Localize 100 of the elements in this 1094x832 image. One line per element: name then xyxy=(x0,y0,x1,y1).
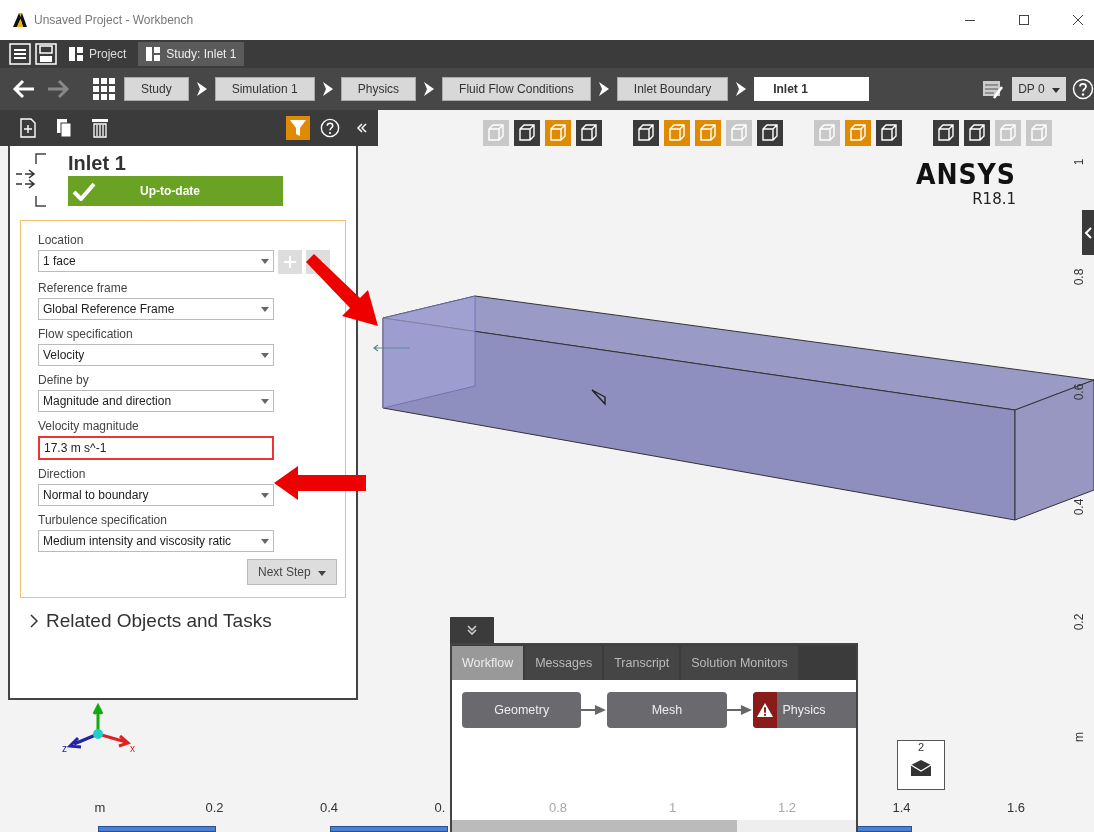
tab[interactable]: Transcript xyxy=(604,646,680,680)
related-objects-expander[interactable]: Related Objects and Tasks xyxy=(10,598,356,632)
close-icon[interactable] xyxy=(1072,14,1084,26)
edit-table-icon[interactable] xyxy=(982,78,1005,100)
double-chevron-icon xyxy=(466,625,478,635)
view-tool-icon[interactable] xyxy=(633,120,659,146)
axis-label: z xyxy=(62,743,67,754)
scrollbar-thumb[interactable] xyxy=(452,820,737,832)
menu-icon[interactable] xyxy=(9,43,31,65)
workflow-step[interactable]: Mesh xyxy=(607,692,727,728)
view-tool-icon[interactable] xyxy=(514,120,540,146)
scale-label: 0.2 xyxy=(204,800,225,815)
scale-label: 1 xyxy=(1072,157,1086,168)
scale-label: 1 xyxy=(667,800,678,815)
field-label: Define by xyxy=(38,373,90,387)
chevron-icon xyxy=(596,81,611,97)
trash-icon[interactable] xyxy=(90,118,110,138)
workflow-step[interactable]: Geometry xyxy=(462,692,582,728)
field-label: Reference frame xyxy=(38,281,129,295)
next-step-button[interactable]: Next Step xyxy=(246,559,337,585)
chevron-icon xyxy=(320,81,335,97)
view-tool-icon[interactable] xyxy=(964,120,990,146)
tab[interactable]: Solution Monitors xyxy=(681,646,798,680)
caret-icon xyxy=(261,258,269,264)
caret-icon xyxy=(1052,88,1060,93)
caret-icon xyxy=(261,492,269,498)
maximize-icon[interactable] xyxy=(1018,14,1030,26)
input-field[interactable]: 17.3 m s^-1 xyxy=(38,436,274,460)
help-icon[interactable] xyxy=(320,118,340,138)
scale-label: 0.4 xyxy=(318,800,340,815)
connector-arrow xyxy=(726,704,753,716)
design-point-dropdown[interactable]: DP 0 xyxy=(1012,77,1066,101)
caret-icon xyxy=(261,538,269,544)
panel-layout-icon xyxy=(146,47,161,61)
new-item-icon[interactable] xyxy=(18,118,38,138)
scale-label: 0.8 xyxy=(547,800,569,815)
breadcrumb[interactable]: Study xyxy=(124,77,189,101)
field-label: Flow specification xyxy=(38,327,134,341)
chevron-icon xyxy=(1084,226,1092,239)
filter-icon[interactable] xyxy=(286,116,310,140)
field-label: Direction xyxy=(38,467,87,481)
dropdown[interactable]: Magnitude and direction xyxy=(38,390,274,412)
caret-icon xyxy=(318,571,326,576)
field-label: Location xyxy=(38,233,85,247)
dropdown[interactable]: Velocity xyxy=(38,344,274,366)
scale-label: 1.4 xyxy=(891,800,912,815)
breadcrumb[interactable]: Fluid Flow Conditions xyxy=(442,77,591,101)
notification-box[interactable]: 2 xyxy=(897,740,945,790)
scale-label: 0.6 xyxy=(1072,382,1086,403)
breadcrumb[interactable]: Simulation 1 xyxy=(214,77,315,101)
location-dropdown[interactable]: 1 face xyxy=(38,250,274,272)
warning-icon xyxy=(755,702,774,718)
grid-icon[interactable] xyxy=(92,77,116,101)
save-icon[interactable] xyxy=(35,43,57,65)
scale-label: 0.4 xyxy=(1072,497,1086,518)
scale-label: m xyxy=(93,800,107,815)
scale-label: 0.2 xyxy=(1072,612,1086,633)
view-tool-icon[interactable] xyxy=(576,120,602,146)
view-tool-icon[interactable] xyxy=(876,120,902,146)
scale-label: 0.8 xyxy=(1072,267,1086,288)
breadcrumb[interactable]: Physics xyxy=(340,77,417,101)
field-label: Velocity magnitude xyxy=(38,419,140,433)
scale-label: 1.2 xyxy=(776,800,798,815)
workflow-step[interactable]: Physics xyxy=(752,692,856,728)
copy-icon[interactable] xyxy=(54,118,74,138)
back-arrow-icon[interactable] xyxy=(12,77,36,101)
status-bar: Up-to-date xyxy=(68,176,283,206)
side-panel-tab[interactable] xyxy=(1082,210,1094,255)
collapse-tab[interactable] xyxy=(450,617,494,643)
collapse-icon[interactable] xyxy=(356,122,368,134)
version-label: R18.1 xyxy=(971,190,1016,208)
scale-label: 1.6 xyxy=(1005,800,1027,815)
breadcrumb[interactable]: Inlet Boundary xyxy=(616,77,729,101)
caret-icon xyxy=(261,398,269,404)
tab[interactable]: Study: Inlet 1 xyxy=(138,42,245,66)
caret-icon xyxy=(261,352,269,358)
dropdown[interactable]: Medium intensity and viscosity ratic xyxy=(38,530,274,552)
breadcrumb[interactable]: Inlet 1 xyxy=(754,77,869,101)
chevron-icon xyxy=(30,614,38,628)
view-tool-icon[interactable] xyxy=(933,120,959,146)
scale-label: 0. xyxy=(433,800,447,815)
panel-title: Inlet 1 xyxy=(68,151,127,176)
forward-arrow-icon[interactable] xyxy=(46,77,70,101)
panel-layout-icon xyxy=(69,47,83,61)
inlet-boundary-icon xyxy=(14,150,48,210)
envelope-icon xyxy=(910,759,932,777)
caret-icon xyxy=(261,306,269,312)
scale-label: m xyxy=(1072,731,1086,744)
app-logo-icon xyxy=(12,12,28,28)
dropdown[interactable]: Normal to boundary xyxy=(38,484,274,506)
chevron-icon xyxy=(194,81,209,97)
dropdown[interactable]: Global Reference Frame xyxy=(38,298,274,320)
window-title: Unsaved Project - Workbench xyxy=(34,13,194,27)
axis-label: x xyxy=(130,743,135,754)
help-icon[interactable] xyxy=(1072,78,1094,100)
tab[interactable]: Messages xyxy=(525,646,603,680)
field-label: Turbulence specification xyxy=(38,513,168,527)
tab[interactable]: Project xyxy=(61,42,135,66)
logo-text: ANSYS xyxy=(916,160,1016,190)
view-tool-icon[interactable] xyxy=(757,120,783,146)
